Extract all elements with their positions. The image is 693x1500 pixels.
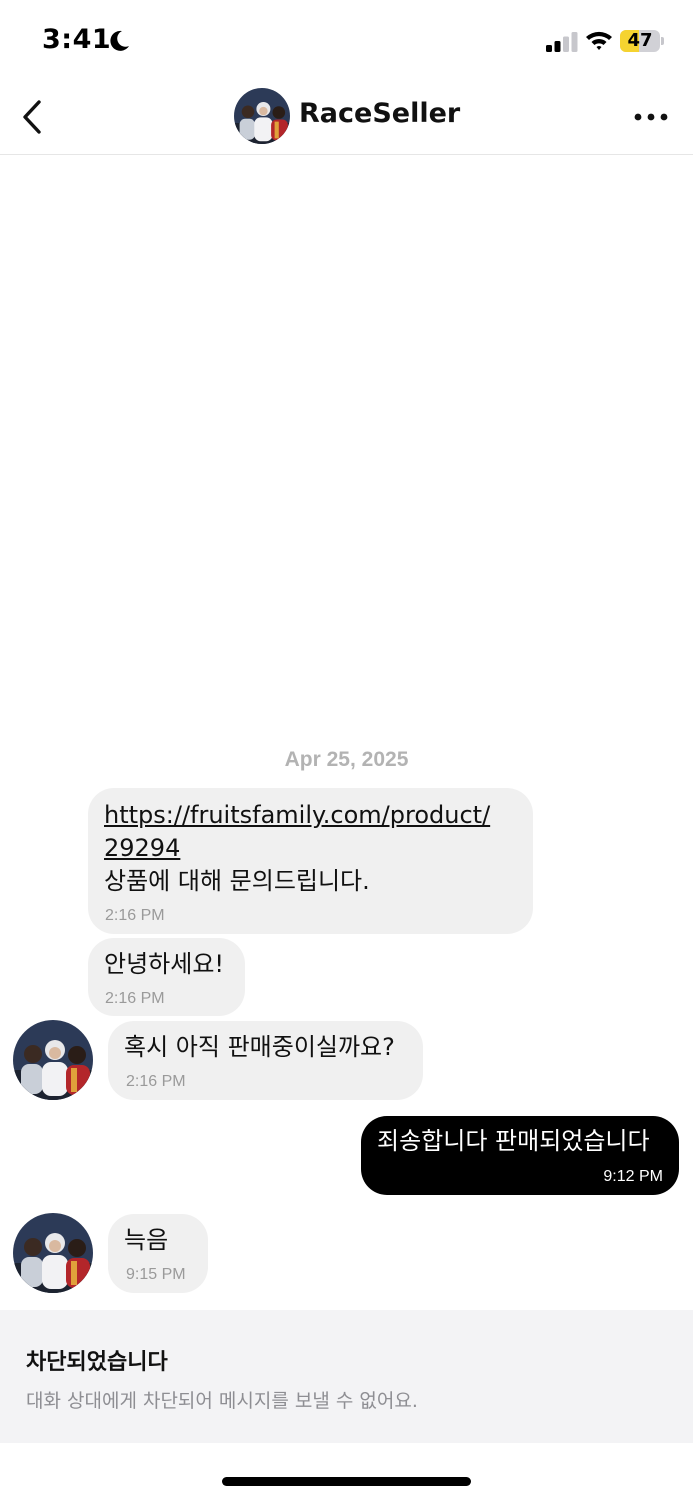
message-text: 혹시 아직 판매중이실까요? xyxy=(124,1033,395,1061)
avatar[interactable] xyxy=(13,1020,93,1100)
home-indicator[interactable] xyxy=(222,1477,471,1486)
my-message-bubble[interactable]: 죄송합니다 판매되었습니다 9:12 PM xyxy=(361,1116,679,1195)
message-text: 안녕하세요! xyxy=(104,950,225,978)
message-bubble[interactable]: 늑음 9:15 PM xyxy=(108,1214,208,1293)
message-time: 2:16 PM xyxy=(126,1073,186,1090)
message-time: 2:16 PM xyxy=(105,907,165,924)
message-time: 9:15 PM xyxy=(126,1266,186,1283)
battery-cap xyxy=(661,37,664,45)
conversation-title[interactable]: RaceSeller xyxy=(299,98,460,129)
avatar[interactable] xyxy=(13,1213,93,1293)
message-text: 죄송합니다 판매되었습니다 xyxy=(377,1127,650,1155)
wifi-icon xyxy=(586,31,612,50)
message-bubble[interactable]: 혹시 아직 판매중이실까요? 2:16 PM xyxy=(108,1021,423,1100)
date-separator: Apr 25, 2025 xyxy=(284,748,409,771)
moon-icon xyxy=(110,30,129,51)
blocked-title: 차단되었습니다 xyxy=(26,1350,168,1375)
profile-photo xyxy=(234,88,290,144)
message-time: 2:16 PM xyxy=(105,990,165,1007)
message-line: 상품에 대해 문의드립니다. xyxy=(104,867,370,895)
message-bubble[interactable]: https://fruitsfamily.com/product/ 29294 … xyxy=(88,788,533,934)
cellular-signal-icon xyxy=(546,32,578,52)
message-text: 늑음 xyxy=(124,1226,169,1254)
blocked-banner: 차단되었습니다 대화 상대에게 차단되어 메시지를 보낼 수 없어요. xyxy=(0,1310,693,1443)
message-bubble[interactable]: 안녕하세요! 2:16 PM xyxy=(88,938,245,1016)
status-time: 3:41 xyxy=(42,24,112,55)
product-link[interactable]: https://fruitsfamily.com/product/ xyxy=(104,799,490,832)
message-time: 9:12 PM xyxy=(603,1168,663,1185)
profile-photo xyxy=(13,1213,93,1293)
chat-header: RaceSeller xyxy=(0,84,693,155)
battery-body: 47 xyxy=(620,30,660,52)
avatar[interactable] xyxy=(234,88,290,144)
battery-indicator: 47 xyxy=(620,30,664,52)
message-text: https://fruitsfamily.com/product/ 29294 … xyxy=(104,799,490,898)
chevron-left-icon[interactable] xyxy=(18,98,48,136)
status-bar: 3:41 47 xyxy=(0,0,693,84)
more-horizontal-icon[interactable] xyxy=(632,108,670,126)
battery-level: 47 xyxy=(627,30,653,51)
product-link-continued[interactable]: 29294 xyxy=(104,832,490,865)
profile-photo xyxy=(13,1020,93,1100)
blocked-description: 대화 상대에게 차단되어 메시지를 보낼 수 없어요. xyxy=(26,1390,418,1412)
